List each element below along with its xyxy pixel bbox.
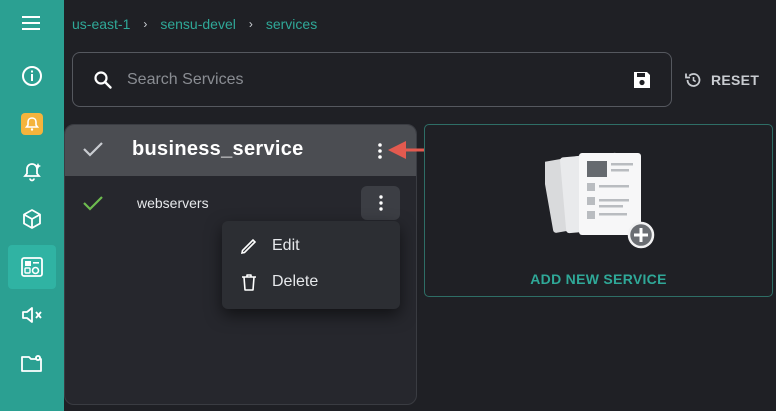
nav-entities[interactable] bbox=[8, 197, 56, 241]
check-icon bbox=[83, 142, 103, 157]
nav-config[interactable] bbox=[8, 341, 56, 385]
breadcrumb-namespace[interactable]: sensu-devel bbox=[160, 16, 236, 32]
service-card-header[interactable]: business_service bbox=[65, 125, 416, 176]
list-item-label: webservers bbox=[137, 195, 209, 211]
services-icon bbox=[21, 257, 43, 277]
nav-info[interactable] bbox=[8, 54, 56, 98]
folder-settings-icon bbox=[21, 355, 42, 372]
menu-icon bbox=[22, 16, 40, 30]
trash-icon bbox=[242, 274, 256, 291]
menu-button[interactable] bbox=[8, 1, 56, 45]
edit-menu-item[interactable]: Edit bbox=[222, 228, 400, 264]
delete-label: Delete bbox=[272, 273, 319, 290]
service-title: business_service bbox=[132, 138, 304, 160]
bell-icon bbox=[23, 163, 41, 182]
save-icon[interactable] bbox=[632, 70, 652, 90]
silence-bell-icon bbox=[21, 113, 43, 135]
breadcrumb-separator: › bbox=[248, 17, 253, 31]
breadcrumb: us-east-1 › sensu-devel › services bbox=[72, 15, 317, 33]
search-placeholder: Search Services bbox=[127, 71, 244, 88]
nav-rail bbox=[0, 0, 64, 411]
cube-icon bbox=[23, 209, 41, 229]
mute-icon bbox=[22, 307, 42, 323]
add-service-label: ADD NEW SERVICE bbox=[530, 271, 667, 287]
nav-silences[interactable] bbox=[8, 293, 56, 337]
nav-services[interactable] bbox=[8, 245, 56, 289]
nav-silenced[interactable] bbox=[8, 102, 56, 146]
more-vert-icon bbox=[378, 195, 383, 211]
check-icon bbox=[83, 196, 103, 211]
breadcrumb-region[interactable]: us-east-1 bbox=[72, 16, 130, 32]
edit-label: Edit bbox=[272, 237, 300, 254]
breadcrumb-page: services bbox=[265, 16, 318, 32]
item-menu-button[interactable] bbox=[361, 186, 400, 220]
context-menu: Edit Delete bbox=[222, 221, 400, 309]
add-service-card[interactable]: ADD NEW SERVICE bbox=[424, 124, 773, 297]
search-icon bbox=[94, 71, 112, 89]
reset-button[interactable]: RESET bbox=[684, 71, 759, 89]
nav-events[interactable] bbox=[8, 150, 56, 194]
history-icon bbox=[685, 73, 701, 87]
delete-menu-item[interactable]: Delete bbox=[222, 264, 400, 300]
add-service-illustration-icon bbox=[545, 152, 655, 249]
reset-label: RESET bbox=[711, 72, 760, 88]
search-input[interactable]: Search Services bbox=[72, 52, 672, 107]
info-icon bbox=[22, 66, 42, 86]
breadcrumb-separator: › bbox=[143, 17, 148, 31]
pencil-icon bbox=[240, 238, 257, 255]
